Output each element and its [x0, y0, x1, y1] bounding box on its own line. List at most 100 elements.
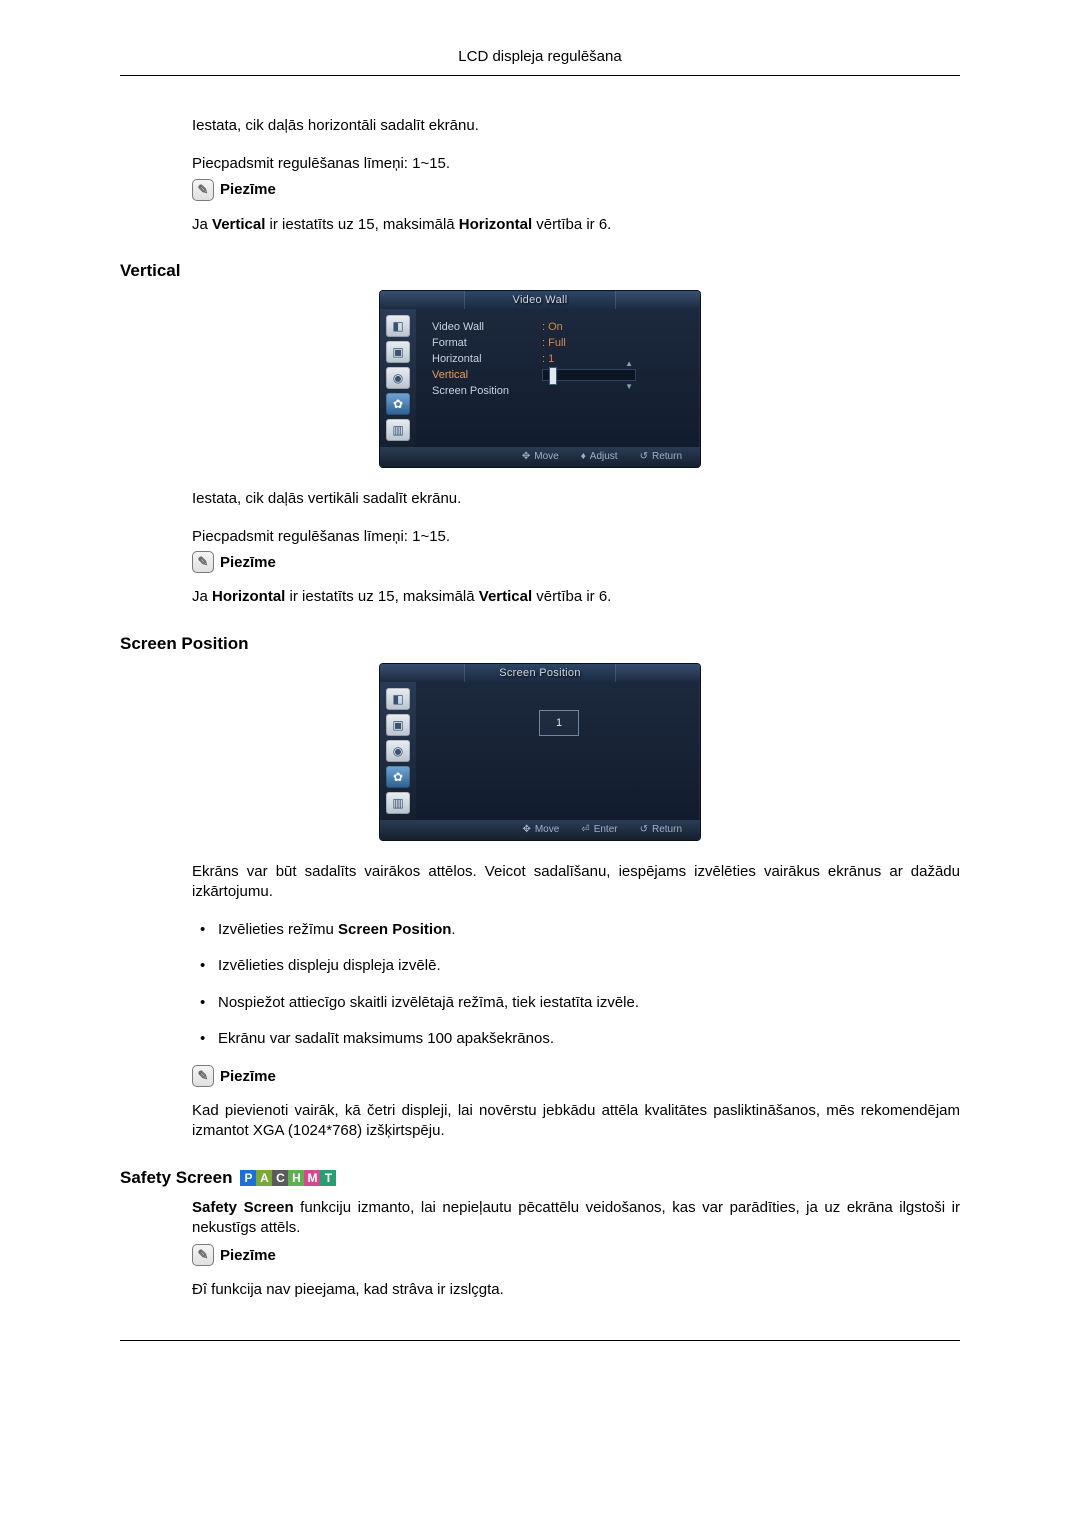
text: funkciju izmanto, lai nepieļautu pēcattē… [192, 1199, 960, 1236]
osd-value: : Full [542, 337, 566, 349]
osd-value: : 1 [542, 353, 554, 365]
text: Return [652, 824, 682, 835]
osd-foot-enter: ⏎Enter [581, 824, 617, 835]
osd-screenshot: Screen Position ◧ ▣ ◉ ✿ ▥ 1 ✥ Move ⏎Enter… [120, 664, 960, 840]
note-label: Piezīme [220, 1068, 276, 1085]
enter-icon: ⏎ [581, 824, 589, 835]
note-label: Piezīme [220, 1247, 276, 1264]
note-text: Kad pievienoti vairāk, kā četri displeji… [192, 1101, 960, 1142]
osd-sidebar: ◧ ▣ ◉ ✿ ▥ [380, 682, 416, 820]
note-text: Ðî funkcija nav pieejama, kad strâva ir … [192, 1280, 960, 1300]
paragraph: Iestata, cik daļās vertikāli sadalīt ekr… [192, 489, 960, 509]
osd-main: 1 [416, 682, 700, 820]
list-item: Nospiežot attiecīgo skaitli izvēlētajā r… [192, 993, 960, 1013]
divider [120, 1340, 960, 1341]
text: Izvēlieties režīmu [218, 921, 338, 938]
text: Return [652, 451, 682, 462]
badge-group: P A C H M T [240, 1170, 336, 1186]
slider-thumb [549, 367, 557, 385]
list-item: Izvēlieties režīmu Screen Position. [192, 920, 960, 940]
text: Move [535, 824, 559, 835]
osd-row: Horizontal: 1 [432, 351, 686, 367]
osd-row: Format: Full [432, 335, 686, 351]
osd-foot-return: ↺Return [640, 451, 682, 462]
note-label: Piezīme [220, 181, 276, 198]
osd-label: Format [432, 337, 542, 349]
text-bold: Horizontal [459, 216, 532, 233]
osd-label: Screen Position [432, 385, 542, 397]
section-body: Iestata, cik daļās horizontāli sadalīt e… [192, 116, 960, 235]
osd-side-icon: ▥ [386, 419, 410, 441]
osd-side-icon: ◧ [386, 315, 410, 337]
note-row: ✎ Piezīme [192, 179, 960, 201]
section-body: Ekrāns var būt sadalīts vairākos attēlos… [192, 862, 960, 1142]
note-row: ✎ Piezīme [192, 1244, 960, 1266]
text: Ja [192, 216, 212, 233]
osd-foot-move: ✥Move [522, 451, 559, 462]
text-bold: Vertical [479, 588, 532, 605]
osd-footer: ✥ Move ⏎Enter ↺Return [380, 820, 700, 840]
note-label: Piezīme [220, 554, 276, 571]
paragraph: Piecpadsmit regulēšanas līmeņi: 1~15. [192, 154, 960, 174]
osd-footer: ✥Move ♦Adjust ↺Return [380, 447, 700, 467]
osd-row: Screen Position [432, 383, 686, 399]
osd-screenshot: Video Wall ◧ ▣ ◉ ✿ ▥ Video Wall: On Form… [120, 291, 960, 467]
section-title-screen-position: Screen Position [120, 634, 960, 654]
arrow-down-icon: ▼ [625, 382, 633, 391]
badge-a: A [256, 1170, 272, 1186]
osd-titlebar: Video Wall [380, 291, 700, 309]
osd-side-icon: ▣ [386, 714, 410, 736]
osd-side-icon-selected: ✿ [386, 393, 410, 415]
osd-titlebar: Screen Position [380, 664, 700, 682]
badge-c: C [272, 1170, 288, 1186]
note-row: ✎ Piezīme [192, 1065, 960, 1087]
text: vērtība ir 6. [532, 588, 611, 605]
divider [120, 75, 960, 76]
badge-m: M [304, 1170, 320, 1186]
text: vērtība ir 6. [532, 216, 611, 233]
osd-menu: Video Wall ◧ ▣ ◉ ✿ ▥ Video Wall: On Form… [380, 291, 700, 467]
osd-label: Horizontal [432, 353, 542, 365]
paragraph: Iestata, cik daļās horizontāli sadalīt e… [192, 116, 960, 136]
osd-row-selected: Vertical ▲ ▼ [432, 367, 686, 383]
badge-h: H [288, 1170, 304, 1186]
paragraph: Safety Screen funkciju izmanto, lai nepi… [192, 1198, 960, 1239]
text-bold: Horizontal [212, 588, 285, 605]
arrow-up-icon: ▲ [625, 359, 633, 368]
osd-menu: Screen Position ◧ ▣ ◉ ✿ ▥ 1 ✥ Move ⏎Enter… [380, 664, 700, 840]
text-bold: Screen Position [338, 921, 451, 938]
paragraph: Piecpadsmit regulēšanas līmeņi: 1~15. [192, 527, 960, 547]
text: . [451, 921, 455, 938]
osd-tab-title: Video Wall [464, 291, 616, 309]
osd-label: Video Wall [432, 321, 542, 333]
bullet-list: Izvēlieties režīmu Screen Position. Izvē… [192, 920, 960, 1049]
osd-position-cell: 1 [539, 710, 579, 736]
text: Ja [192, 588, 212, 605]
badge-p: P [240, 1170, 256, 1186]
note-text: Ja Vertical ir iestatīts uz 15, maksimāl… [192, 215, 960, 235]
section-title-vertical: Vertical [120, 261, 960, 281]
list-item: Ekrānu var sadalīt maksimums 100 apakšek… [192, 1029, 960, 1049]
osd-row: Video Wall: On [432, 319, 686, 335]
section-title-row: Safety Screen P A C H M T [120, 1168, 960, 1188]
osd-tab-title: Screen Position [464, 664, 616, 682]
text-bold: Vertical [212, 216, 265, 233]
page: LCD displeja regulēšana Iestata, cik daļ… [0, 0, 1080, 1527]
section-title-safety-screen: Safety Screen [120, 1168, 232, 1188]
osd-foot-return: ↺Return [640, 824, 682, 835]
osd-main: Video Wall: On Format: Full Horizontal: … [416, 309, 700, 447]
osd-slider: ▲ ▼ [542, 369, 636, 381]
osd-value: : On [542, 321, 563, 333]
text: ir iestatīts uz 15, maksimālā [285, 588, 478, 605]
osd-side-icon: ◧ [386, 688, 410, 710]
move-icon: ✥ [522, 824, 530, 835]
move-icon: ✥ [522, 451, 530, 462]
osd-side-icon: ▣ [386, 341, 410, 363]
list-item: Izvēlieties displeju displeja izvēlē. [192, 956, 960, 976]
osd-label: Vertical [432, 369, 542, 381]
note-icon: ✎ [192, 179, 214, 201]
note-icon: ✎ [192, 1244, 214, 1266]
paragraph: Ekrāns var būt sadalīts vairākos attēlos… [192, 862, 960, 903]
osd-sidebar: ◧ ▣ ◉ ✿ ▥ [380, 309, 416, 447]
note-icon: ✎ [192, 1065, 214, 1087]
